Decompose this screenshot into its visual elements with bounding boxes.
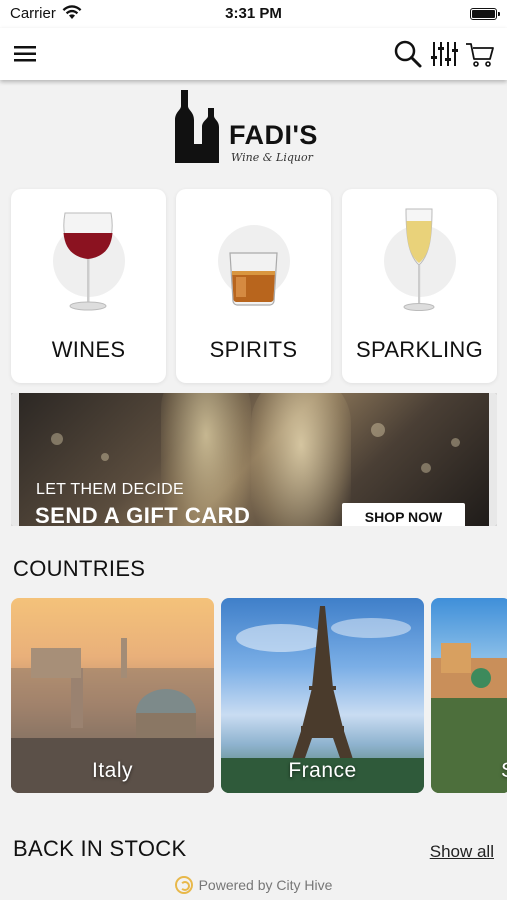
shopping-cart-icon[interactable] [465,38,495,70]
city-hive-logo-icon [174,876,193,894]
country-label: S [431,759,507,783]
shop-now-button[interactable]: SHOP NOW [342,503,465,526]
category-label: WINES [51,337,126,362]
category-label: SPIRITS [209,337,298,362]
banner-title: SEND A GIFT CARD [35,503,251,526]
whiskey-tumbler-icon [229,252,278,306]
country-label: Italy [91,759,133,782]
top-nav-bar [0,28,507,80]
champagne-flute-icon [403,208,435,311]
country-card-france[interactable]: France [221,598,424,793]
search-icon[interactable] [393,38,423,70]
powered-by-footer: Powered by City Hive [0,876,507,894]
back-in-stock-title: BACK IN STOCK [13,836,187,861]
champagne-glass-image [251,393,351,526]
filter-sliders-icon[interactable] [429,38,459,70]
show-all-link[interactable]: Show all [430,842,494,862]
logo-brand-text: FADI'S [229,120,318,150]
country-card-italy[interactable]: Italy [11,598,214,793]
battery-icon [470,8,500,20]
category-card-spirits[interactable]: SPIRITS [176,189,331,383]
banner-subtitle: LET THEM DECIDE [36,481,184,498]
powered-by-text: Powered by City Hive [198,877,333,893]
gift-card-banner[interactable]: LET THEM DECIDE SEND A GIFT CARD SHOP NO… [11,393,497,526]
logo-tagline: Wine & Liquor [231,151,313,164]
store-logo: FADI'S Wine & Liquor [173,90,333,166]
category-card-sparkling[interactable]: SPARKLING [342,189,497,383]
clock: 3:31 PM [225,5,282,22]
bottles-logo-icon [175,90,219,163]
red-wine-glass-icon [63,212,113,311]
status-bar: Carrier 3:31 PM [0,0,507,28]
category-label: SPARKLING [356,337,483,362]
country-card-spain[interactable]: S [431,598,507,793]
country-label: France [288,759,357,782]
category-card-wines[interactable]: WINES [11,189,166,383]
countries-section-title: COUNTRIES [13,556,146,581]
hamburger-menu-icon[interactable] [12,41,40,67]
